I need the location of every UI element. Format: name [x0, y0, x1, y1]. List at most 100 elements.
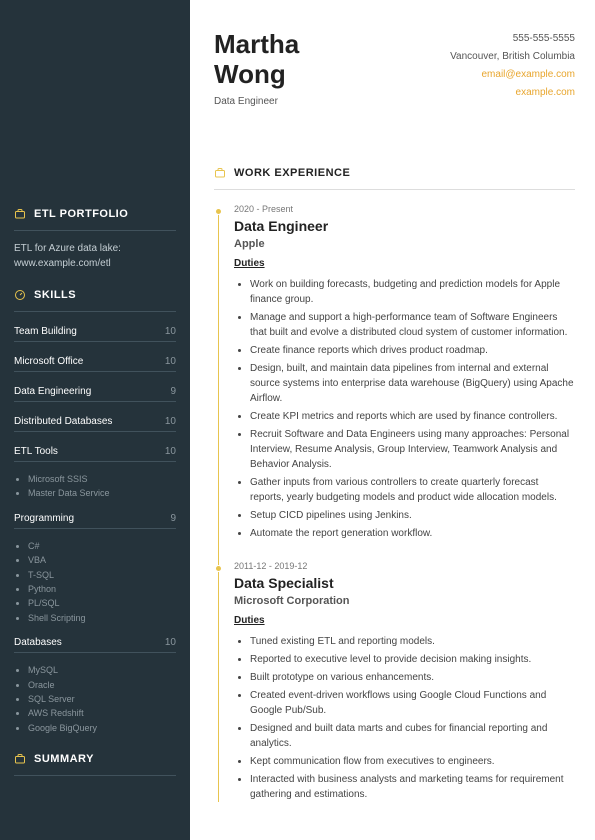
skill-subitem: AWS Redshift [28, 706, 176, 720]
skill-score: 9 [170, 513, 176, 524]
duty-item: Automate the report generation workflow. [250, 526, 575, 541]
divider [14, 311, 176, 312]
email-link[interactable]: email@example.com [450, 66, 575, 84]
duty-item: Gather inputs from various controllers t… [250, 475, 575, 505]
skill-subitem: SQL Server [28, 692, 176, 706]
job-period: 2011-12 - 2019-12 [234, 561, 575, 571]
skill-subitem: C# [28, 539, 176, 553]
skill-score: 10 [165, 446, 176, 457]
duty-item: Designed and built data marts and cubes … [250, 721, 575, 751]
skill-subitem: PL/SQL [28, 596, 176, 610]
skill-row: Programming 9 [14, 509, 176, 526]
skill-subitem: Google BigQuery [28, 721, 176, 735]
contact-block: 555-555-5555 Vancouver, British Columbia… [450, 30, 575, 107]
dashed-divider [14, 652, 176, 653]
skill-row: Data Engineering 9 [14, 382, 176, 399]
skill-subitem: Python [28, 582, 176, 596]
skill-subitem: VBA [28, 553, 176, 567]
skill-name: ETL Tools [14, 446, 58, 457]
sidebar-spacer [14, 0, 176, 190]
skill-name: Programming [14, 513, 74, 524]
skill-score: 10 [165, 356, 176, 367]
website-link[interactable]: example.com [450, 84, 575, 102]
duty-item: Built prototype on various enhancements. [250, 670, 575, 685]
duties-list: Tuned existing ETL and reporting models.… [234, 634, 575, 802]
skills-list: Team Building 10 Microsoft Office 10 Dat… [14, 322, 176, 735]
skill-row: Microsoft Office 10 [14, 352, 176, 369]
dashed-divider [14, 371, 176, 372]
skills-heading: SKILLS [14, 289, 176, 301]
briefcase-icon [14, 753, 26, 765]
skill-row: Distributed Databases 10 [14, 412, 176, 429]
skill-name: Team Building [14, 326, 77, 337]
skill-row: ETL Tools 10 [14, 442, 176, 459]
first-name: Martha [214, 30, 299, 60]
duty-item: Created event-driven workflows using Goo… [250, 688, 575, 718]
duties-label: Duties [234, 258, 575, 269]
duty-item: Work on building forecasts, budgeting an… [250, 277, 575, 307]
skill-subitem: T-SQL [28, 568, 176, 582]
portfolio-line-1: ETL for Azure data lake: [14, 241, 176, 256]
name-block: Martha Wong Data Engineer [214, 30, 299, 107]
gauge-icon [14, 289, 26, 301]
duty-item: Interacted with business analysts and ma… [250, 772, 575, 802]
skill-name: Data Engineering [14, 386, 91, 397]
portfolio-link[interactable]: www.example.com/etl [14, 256, 176, 271]
skill-sublist: C#VBAT-SQLPythonPL/SQLShell Scripting [14, 539, 176, 625]
job-role: Data Engineer [234, 218, 575, 234]
sidebar: ETL PORTFOLIO ETL for Azure data lake: w… [0, 0, 190, 840]
skill-subitem: Shell Scripting [28, 611, 176, 625]
duty-item: Manage and support a high-performance te… [250, 310, 575, 340]
header: Martha Wong Data Engineer 555-555-5555 V… [214, 30, 575, 107]
phone: 555-555-5555 [450, 30, 575, 48]
job-company: Apple [234, 238, 575, 250]
skill-row: Databases 10 [14, 633, 176, 650]
briefcase-icon [214, 167, 226, 179]
work-experience-heading: WORK EXPERIENCE [214, 167, 575, 179]
divider [214, 189, 575, 190]
skill-sublist: MySQLOracleSQL ServerAWS RedshiftGoogle … [14, 663, 176, 735]
last-name: Wong [214, 60, 299, 90]
job-company: Microsoft Corporation [234, 595, 575, 607]
duty-item: Design, built, and maintain data pipelin… [250, 361, 575, 406]
duty-item: Create KPI metrics and reports which are… [250, 409, 575, 424]
portfolio-heading: ETL PORTFOLIO [14, 208, 176, 220]
skill-score: 10 [165, 637, 176, 648]
duty-item: Tuned existing ETL and reporting models. [250, 634, 575, 649]
job-role: Data Specialist [234, 575, 575, 591]
job-entry: 2020 - Present Data Engineer Apple Dutie… [234, 204, 575, 541]
location: Vancouver, British Columbia [450, 48, 575, 66]
duty-item: Create finance reports which drives prod… [250, 343, 575, 358]
dashed-divider [14, 341, 176, 342]
duty-item: Reported to executive level to provide d… [250, 652, 575, 667]
divider [14, 775, 176, 776]
skill-name: Microsoft Office [14, 356, 83, 367]
portfolio-heading-text: ETL PORTFOLIO [34, 208, 128, 220]
skill-name: Distributed Databases [14, 416, 112, 427]
skill-subitem: Master Data Service [28, 486, 176, 500]
skill-subitem: Microsoft SSIS [28, 472, 176, 486]
main-content: Martha Wong Data Engineer 555-555-5555 V… [190, 0, 595, 840]
dashed-divider [14, 461, 176, 462]
duties-label: Duties [234, 615, 575, 626]
dashed-divider [14, 401, 176, 402]
summary-heading: SUMMARY [14, 753, 176, 765]
dashed-divider [14, 528, 176, 529]
skills-heading-text: SKILLS [34, 289, 76, 301]
summary-heading-text: SUMMARY [34, 753, 94, 765]
duty-item: Kept communication flow from executives … [250, 754, 575, 769]
job-title: Data Engineer [214, 96, 299, 107]
duties-list: Work on building forecasts, budgeting an… [234, 277, 575, 541]
skill-score: 9 [170, 386, 176, 397]
duty-item: Recruit Software and Data Engineers usin… [250, 427, 575, 472]
dashed-divider [14, 431, 176, 432]
divider [14, 230, 176, 231]
skill-subitem: MySQL [28, 663, 176, 677]
job-entry: 2011-12 - 2019-12 Data Specialist Micros… [234, 561, 575, 802]
skill-name: Databases [14, 637, 62, 648]
skill-subitem: Oracle [28, 678, 176, 692]
skill-score: 10 [165, 326, 176, 337]
skill-score: 10 [165, 416, 176, 427]
duty-item: Setup CICD pipelines using Jenkins. [250, 508, 575, 523]
briefcase-icon [14, 208, 26, 220]
